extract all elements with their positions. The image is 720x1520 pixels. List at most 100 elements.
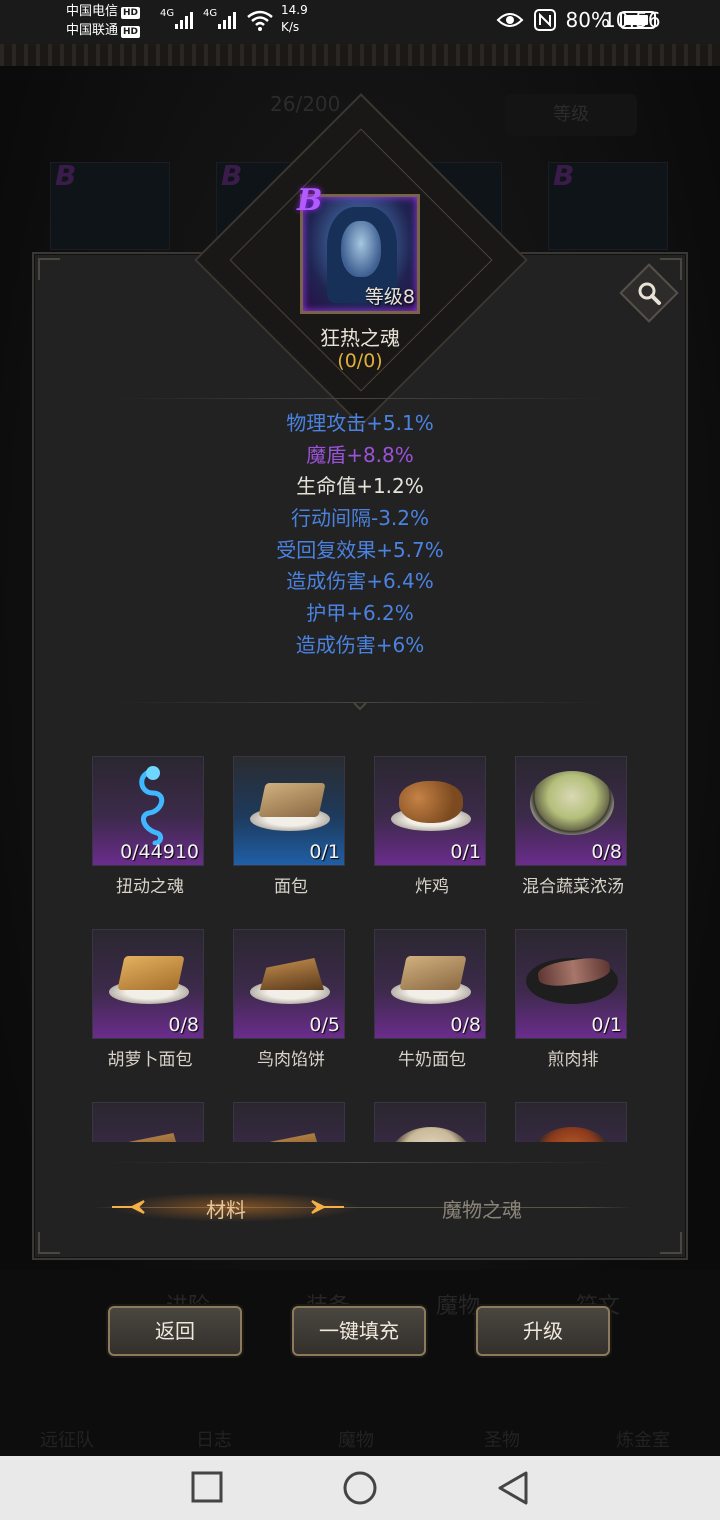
rank-badge: B xyxy=(553,159,575,192)
material-name: 煎肉排 xyxy=(547,1050,599,1070)
material-name: 炸鸡 xyxy=(415,877,449,897)
carrier-1: 中国电信 xyxy=(66,4,119,19)
auto-fill-button[interactable]: 一键填充 xyxy=(292,1306,426,1356)
panel-corner xyxy=(660,1232,682,1254)
top-ornament-strip xyxy=(0,44,720,66)
material-quantity: 0/1 xyxy=(309,841,340,863)
fried-chicken-icon xyxy=(399,781,463,823)
material-name: 牛奶面包 xyxy=(398,1050,466,1070)
stat-line: 造成伤害+6.4% xyxy=(286,569,434,594)
material-quantity: 0/8 xyxy=(168,1014,199,1036)
upgrade-button[interactable]: 升级 xyxy=(476,1306,610,1356)
stat-line: 护甲+6.2% xyxy=(306,601,414,626)
carrier-2: 中国联通 xyxy=(66,23,119,38)
material-quantity: 0/8 xyxy=(591,841,622,863)
material-tile[interactable]: 0/8 xyxy=(374,929,486,1039)
nav-log: 日志 xyxy=(196,1430,232,1451)
material-tile[interactable] xyxy=(374,1102,486,1142)
pie-icon xyxy=(260,1133,324,1142)
material-item[interactable]: 0/8 牛奶面包 xyxy=(362,929,502,1070)
stat-line: 造成伤害+6% xyxy=(295,632,425,657)
panel-corner xyxy=(38,1232,60,1254)
bg-tab: 魔物 xyxy=(436,1294,481,1319)
meat-pie-icon xyxy=(260,958,324,990)
material-item[interactable] xyxy=(362,1102,502,1142)
material-tile[interactable]: 0/1 xyxy=(515,929,627,1039)
soul-name: 狂热之魂 xyxy=(320,326,400,350)
material-item[interactable]: 0/1 煎肉排 xyxy=(503,929,640,1070)
milk-bread-icon xyxy=(399,956,467,990)
material-item[interactable]: 0/44910 扭动之魂 xyxy=(80,756,220,897)
magnifier-icon[interactable] xyxy=(636,280,662,306)
material-name: 扭动之魂 xyxy=(116,877,184,897)
soul-level: 等级8 xyxy=(364,286,415,308)
pie-icon xyxy=(119,1133,183,1142)
material-name: 面包 xyxy=(274,877,308,897)
soul-count: (0/0) xyxy=(337,350,383,372)
material-tile[interactable]: 0/44910 xyxy=(92,756,204,866)
material-tile[interactable]: 0/8 xyxy=(92,929,204,1039)
material-tile[interactable]: 0/1 xyxy=(374,756,486,866)
material-tile[interactable] xyxy=(515,1102,627,1142)
clock: 10:56 xyxy=(603,8,661,32)
nav-alchemy: 炼金室 xyxy=(616,1430,670,1451)
material-item[interactable]: 0/1 炸鸡 xyxy=(362,756,502,897)
back-icon[interactable] xyxy=(496,1470,530,1506)
material-item[interactable] xyxy=(221,1102,361,1142)
material-item[interactable]: 0/8 胡萝卜面包 xyxy=(80,929,220,1070)
soul-wisp-icon xyxy=(139,766,165,845)
network-speed: 14.9 K/s xyxy=(281,3,308,34)
stat-line: 物理攻击+5.1% xyxy=(286,411,434,435)
monster-card: B xyxy=(50,159,170,250)
material-name: 胡萝卜面包 xyxy=(107,1050,193,1070)
panel-corner xyxy=(38,258,60,280)
material-item[interactable]: 0/5 鸟肉馅饼 xyxy=(221,929,361,1070)
rank-badge: B xyxy=(297,183,323,218)
network-type-1: 4G xyxy=(160,8,175,19)
material-item[interactable] xyxy=(80,1102,220,1142)
eye-icon xyxy=(496,13,523,27)
portrait-face xyxy=(341,221,381,277)
material-tile[interactable]: 0/8 xyxy=(515,756,627,866)
nfc-icon xyxy=(533,9,556,31)
back-button[interactable]: 返回 xyxy=(108,1306,242,1356)
material-item[interactable] xyxy=(503,1102,640,1142)
wifi-icon xyxy=(247,10,273,31)
material-quantity: 0/8 xyxy=(450,1014,481,1036)
stat-line: 行动间隔-3.2% xyxy=(290,506,430,531)
carrier-info: 中国电信 HD 中国联通 HD xyxy=(66,2,141,40)
material-tile[interactable]: 0/1 xyxy=(233,756,345,866)
material-tile[interactable]: 0/5 xyxy=(233,929,345,1039)
soup-icon xyxy=(389,1127,473,1142)
material-quantity: 0/1 xyxy=(591,1014,622,1036)
material-tile[interactable] xyxy=(92,1102,204,1142)
nav-relic: 圣物 xyxy=(484,1430,520,1451)
hd-badge: HD xyxy=(121,26,141,38)
material-grid[interactable]: 0/44910 扭动之魂 0/1 面包 0/1 炸鸡 0/8 混合蔬菜浓汤 0/… xyxy=(80,748,640,1142)
bread-icon xyxy=(258,783,326,817)
stew-icon xyxy=(530,1127,614,1142)
chevron-down-icon xyxy=(353,702,367,711)
material-quantity: 0/1 xyxy=(450,841,481,863)
stat-line: 受回复效果+5.7% xyxy=(276,537,444,562)
material-tile[interactable] xyxy=(233,1102,345,1142)
stat-line: 生命值+1.2% xyxy=(296,474,424,499)
collection-count: 26/200 xyxy=(270,92,341,116)
material-item[interactable]: 0/8 混合蔬菜浓汤 xyxy=(503,756,640,897)
recents-icon[interactable] xyxy=(190,1470,224,1504)
nav-monster: 魔物 xyxy=(338,1430,374,1451)
signal-icon xyxy=(218,12,236,29)
stat-list: 物理攻击+5.1% 魔盾+8.8% 生命值+1.2% 行动间隔-3.2% 受回复… xyxy=(0,408,720,662)
material-quantity: 0/44910 xyxy=(120,841,199,863)
rank-badge: B xyxy=(221,159,243,192)
tab-monster-souls[interactable]: 魔物之魂 xyxy=(442,1194,522,1223)
rank-badge: B xyxy=(55,159,77,192)
material-name: 鸟肉馅饼 xyxy=(257,1050,325,1070)
tab-materials[interactable]: 材料 xyxy=(206,1194,246,1223)
tab-arrow-left-icon xyxy=(112,1200,145,1214)
material-item[interactable]: 0/1 面包 xyxy=(221,756,361,897)
system-nav-bar xyxy=(0,1456,720,1520)
home-icon[interactable] xyxy=(342,1470,378,1506)
divider-top xyxy=(112,398,608,399)
soup-icon xyxy=(530,771,614,835)
